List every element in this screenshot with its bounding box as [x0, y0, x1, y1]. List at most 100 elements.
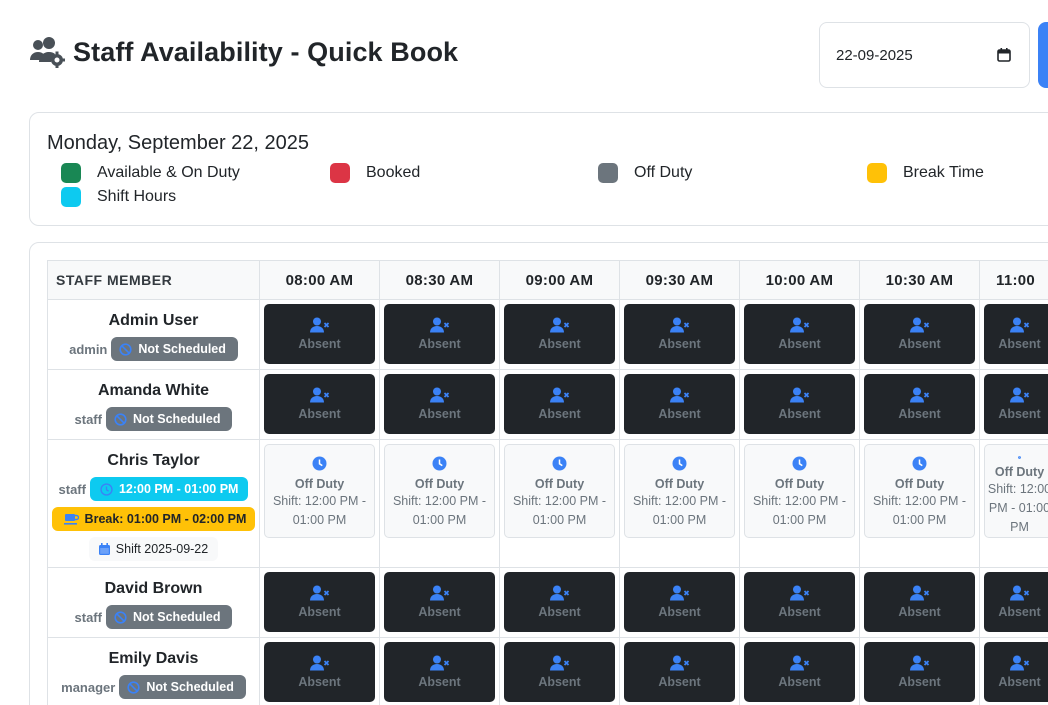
absent-label: Absent: [658, 675, 701, 689]
time-slot-cell: Absent: [619, 637, 740, 705]
user-times-icon: [549, 387, 569, 403]
user-times-icon: [789, 317, 809, 333]
off-duty-slot: Off Duty Shift: 12:00 PM - 01:00 PM: [384, 444, 495, 538]
absent-slot: Absent: [864, 642, 975, 702]
time-slot-cell: Absent: [739, 299, 860, 370]
staff-row: Admin User admin Not Scheduled Absent Absent…: [47, 299, 1048, 370]
shift-date-text: Shift 2025-09-22: [115, 542, 209, 556]
users-cog-icon: [30, 37, 65, 68]
time-slot-cell: Absent: [379, 567, 500, 638]
clock-icon: [432, 456, 447, 471]
staff-column-header: STAFF MEMBER: [47, 260, 260, 300]
time-slot-cell: Absent: [259, 299, 380, 370]
status-badge: Not Scheduled: [105, 407, 233, 431]
absent-label: Absent: [298, 337, 341, 351]
time-slot-cell: Absent: [259, 567, 380, 638]
time-slot-cell: Absent: [739, 369, 860, 440]
absent-slot: Absent: [504, 374, 615, 434]
time-slot-cell: Off Duty Shift: 12:00 PM - 01:00 PM: [979, 439, 1048, 568]
slot-shift-text: Shift: 12:00 PM - 01:00 PM: [272, 494, 367, 527]
time-slot-cell: Absent: [499, 567, 620, 638]
user-times-icon: [309, 585, 329, 601]
off-duty-label: Off Duty: [894, 477, 945, 491]
calendar-icon[interactable]: [997, 48, 1011, 62]
time-slot-header: 09:00 AM: [499, 260, 620, 300]
absent-slot: Absent: [624, 304, 735, 364]
absent-slot: Absent: [384, 304, 495, 364]
absent-label: Absent: [418, 605, 461, 619]
user-times-icon: [1009, 317, 1029, 333]
absent-label: Absent: [658, 337, 701, 351]
break-swatch: [867, 163, 887, 183]
off-duty-label: Off Duty: [294, 477, 345, 491]
staff-cell: Chris Taylor staff 12:00 PM - 01:00 PM Brea…: [47, 439, 260, 568]
user-times-icon: [309, 387, 329, 403]
absent-slot: Absent: [864, 572, 975, 632]
off-duty-label: Off Duty: [774, 477, 825, 491]
absent-slot: Absent: [624, 572, 735, 632]
off-duty-slot: Off Duty Shift: 12:00 PM - 01:00 PM: [744, 444, 855, 538]
user-times-icon: [909, 585, 929, 601]
absent-slot: Absent: [744, 572, 855, 632]
time-slot-cell: Off Duty Shift: 12:00 PM - 01:00 PM: [619, 439, 740, 568]
time-slot-cell: Absent: [379, 369, 500, 440]
absent-label: Absent: [898, 407, 941, 421]
user-times-icon: [1009, 585, 1029, 601]
availability-table: STAFF MEMBER 08:00 AM 08:30 AM 09:00 AM …: [47, 260, 1048, 705]
absent-slot: Absent: [984, 374, 1048, 434]
user-times-icon: [909, 387, 929, 403]
absent-slot: Absent: [384, 374, 495, 434]
off-duty-label: Off Duty: [654, 477, 705, 491]
staff-name: Admin User: [108, 312, 199, 329]
absent-label: Absent: [998, 605, 1041, 619]
time-slot-cell: Absent: [859, 637, 980, 705]
absent-label: Absent: [898, 605, 941, 619]
clock-icon: [912, 456, 927, 471]
absent-slot: Absent: [264, 572, 375, 632]
absent-label: Absent: [418, 337, 461, 351]
user-times-icon: [909, 655, 929, 671]
time-slot-cell: Absent: [499, 637, 620, 705]
status-badge: Not Scheduled: [111, 337, 238, 361]
date-picker-input[interactable]: 22-09-2025: [819, 22, 1030, 88]
break-text: Break: 01:00 PM - 02:00 PM: [84, 512, 247, 526]
staff-role: staff: [74, 609, 102, 625]
time-slot-cell: Absent: [979, 567, 1048, 638]
staff-row: Chris Taylor staff 12:00 PM - 01:00 PM Brea…: [47, 439, 1048, 568]
quick-book-button[interactable]: [1038, 22, 1048, 88]
user-times-icon: [789, 585, 809, 601]
status-badge: Not Scheduled: [105, 605, 233, 629]
absent-slot: Absent: [984, 642, 1048, 702]
absent-slot: Absent: [984, 572, 1048, 632]
absent-slot: Absent: [984, 304, 1048, 364]
absent-label: Absent: [538, 407, 581, 421]
calendar-icon: [98, 543, 110, 555]
absent-label: Absent: [898, 675, 941, 689]
time-slot-header: 10:00 AM: [739, 260, 860, 300]
status-text: Not Scheduled: [138, 342, 226, 356]
user-times-icon: [789, 387, 809, 403]
user-times-icon: [549, 317, 569, 333]
off-duty-swatch: [598, 163, 618, 183]
time-slot-cell: Off Duty Shift: 12:00 PM - 01:00 PM: [859, 439, 980, 568]
staff-row: Emily Davis manager Not Scheduled Absent Abs…: [47, 637, 1048, 705]
grid-scroll-area[interactable]: STAFF MEMBER 08:00 AM 08:30 AM 09:00 AM …: [47, 260, 1048, 705]
shift-hours-text: 12:00 PM - 01:00 PM: [118, 482, 239, 496]
shift-date-badge: Shift 2025-09-22: [88, 537, 219, 561]
off-duty-label: Off Duty: [414, 477, 465, 491]
off-duty-slot: Off Duty Shift: 12:00 PM - 01:00 PM: [864, 444, 975, 538]
user-times-icon: [669, 387, 689, 403]
user-times-icon: [669, 317, 689, 333]
legend-label: Off Duty: [634, 164, 693, 181]
time-slot-cell: Absent: [979, 637, 1048, 705]
absent-label: Absent: [298, 407, 341, 421]
staff-role: staff: [58, 481, 86, 497]
slot-shift-text: Shift: 12:00 PM - 01:00 PM: [872, 494, 967, 527]
time-slot-cell: Absent: [259, 637, 380, 705]
absent-slot: Absent: [264, 642, 375, 702]
legend-card: Monday, September 22, 2025 Available & O…: [29, 112, 1048, 226]
status-text: Not Scheduled: [146, 680, 234, 694]
legend-label: Break Time: [903, 164, 984, 181]
absent-label: Absent: [998, 675, 1041, 689]
staff-row: David Brown staff Not Scheduled Absent Absen…: [47, 567, 1048, 638]
